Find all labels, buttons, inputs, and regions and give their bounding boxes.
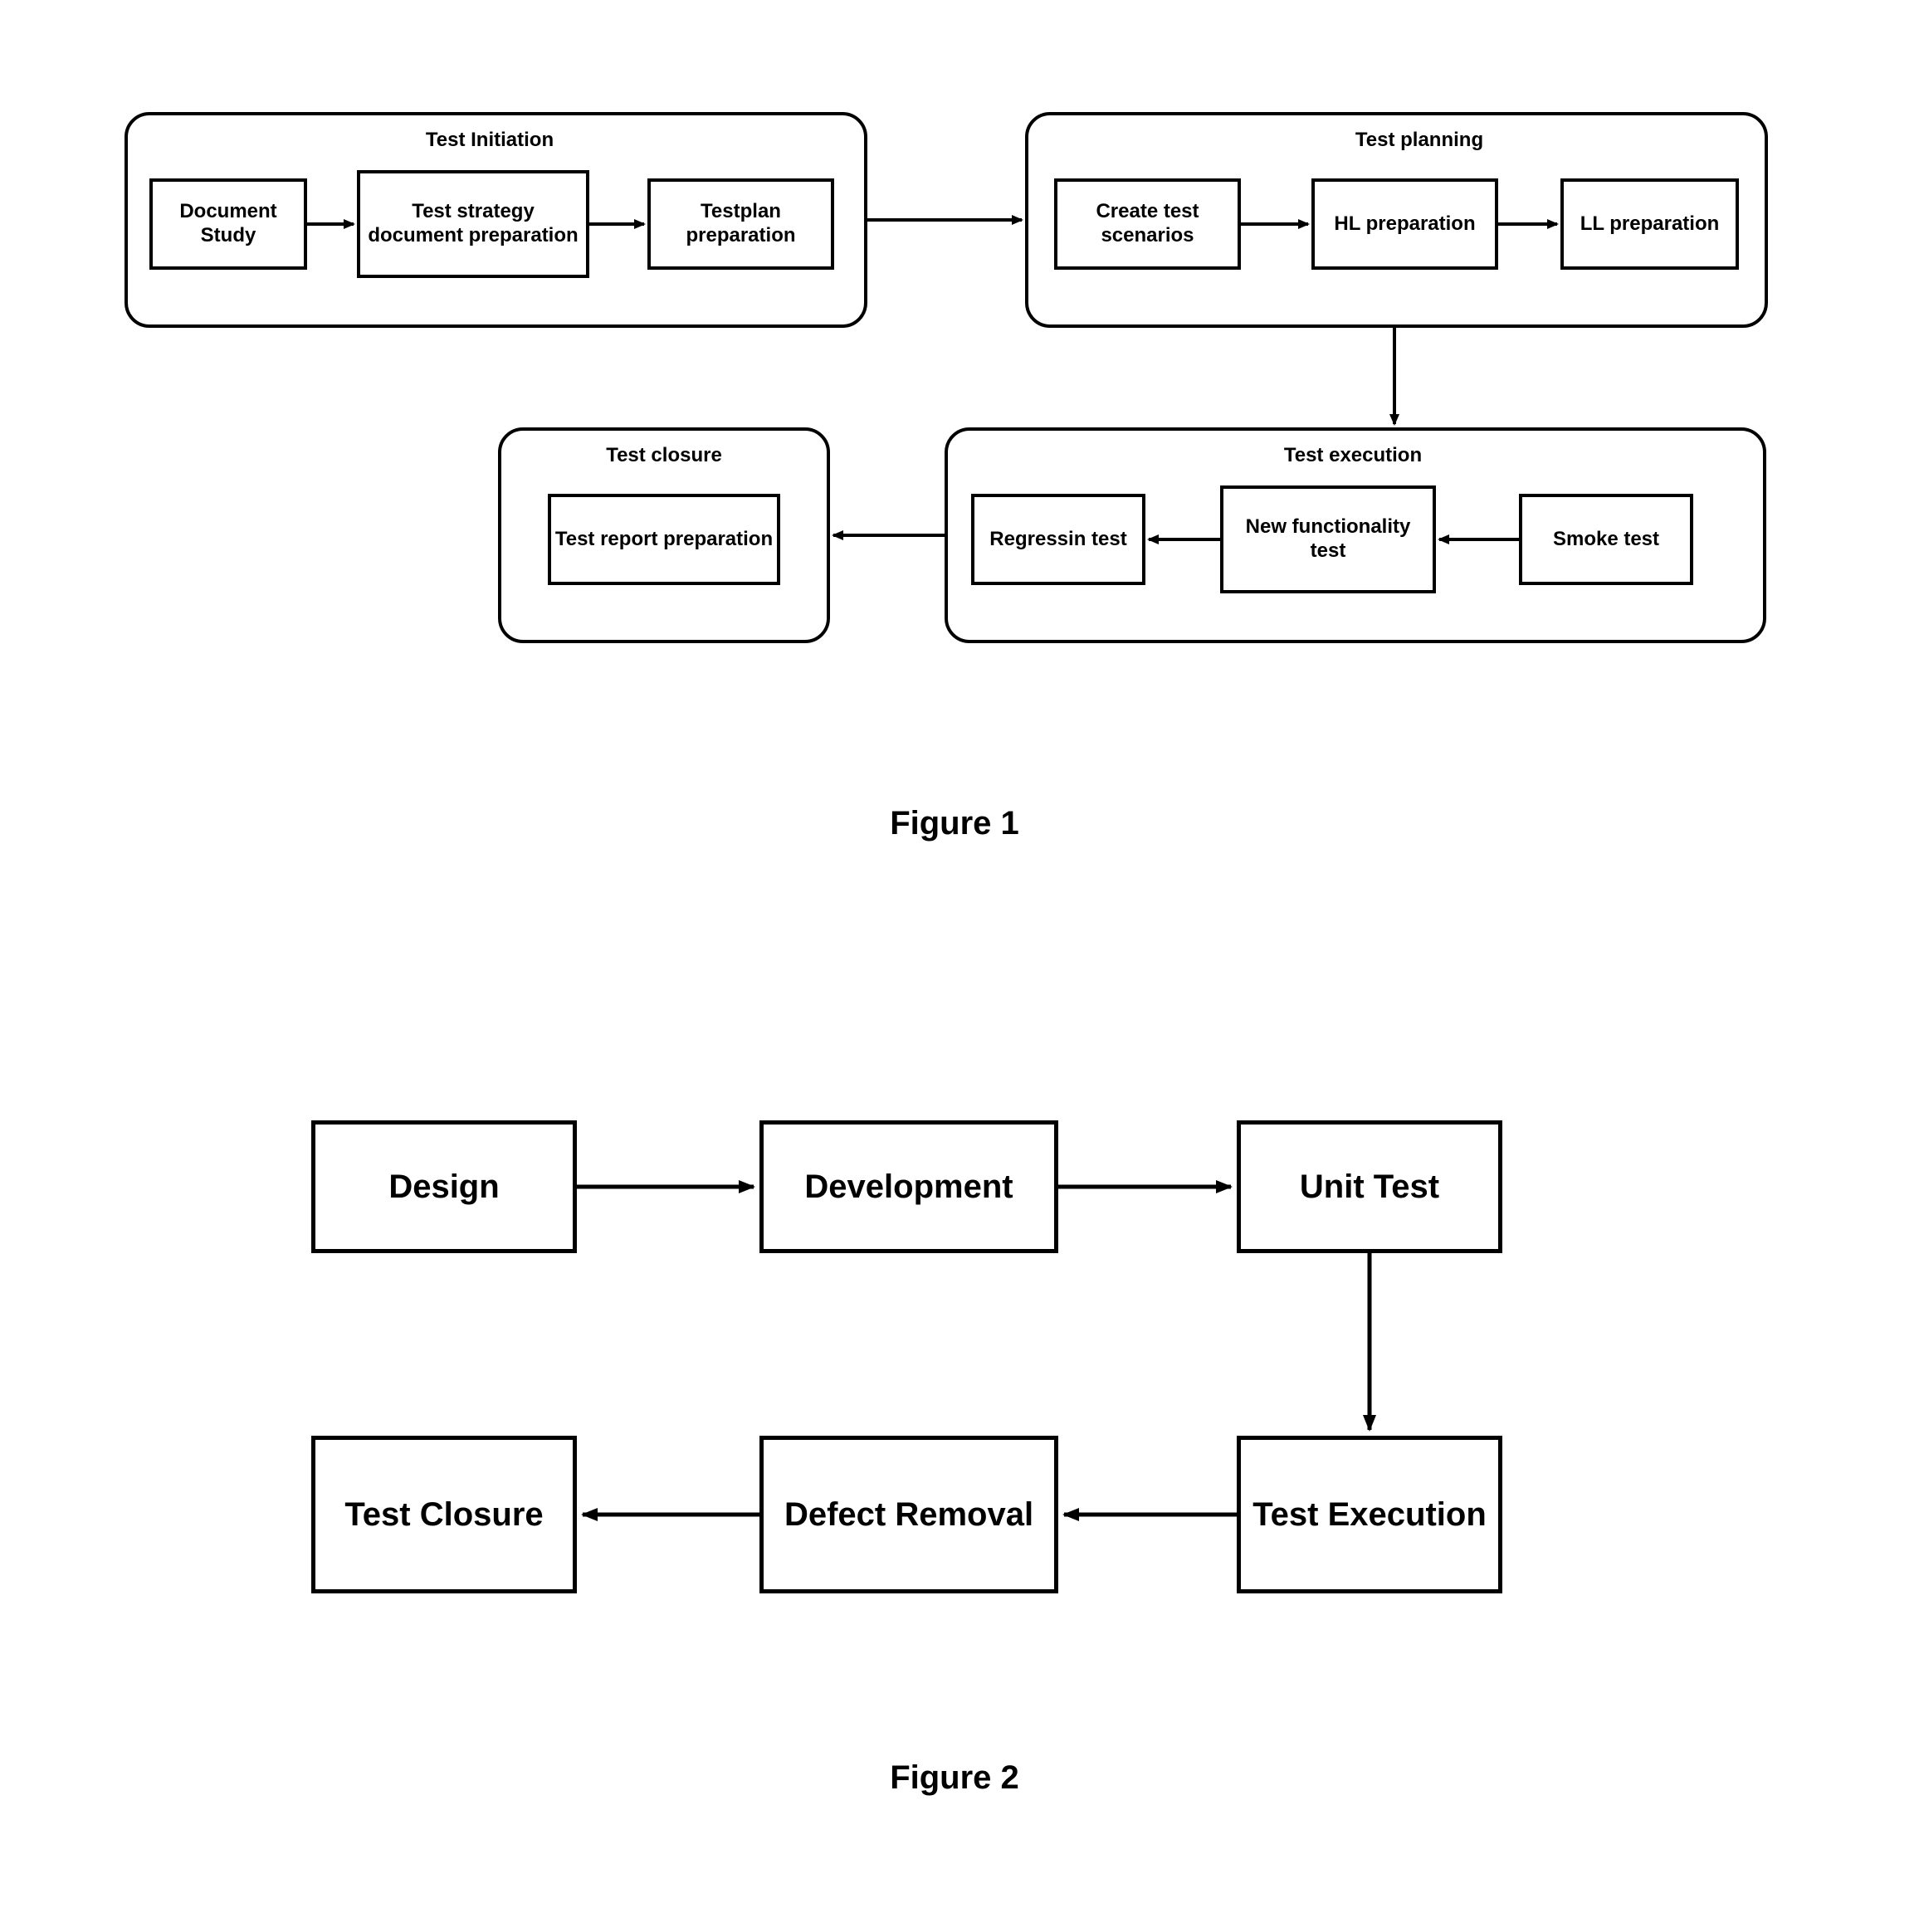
box-create-scenarios: Create test scenarios — [1054, 178, 1241, 270]
group-title-test-initiation: Test Initiation — [382, 129, 598, 152]
box-ll-prep: LL preparation — [1560, 178, 1739, 270]
box-test-strategy: Test strategy document preparation — [357, 170, 589, 278]
diagram-page: Test Initiation Document Study Test stra… — [33, 33, 1886, 1899]
group-title-test-planning: Test planning — [1311, 129, 1527, 152]
box-unit-test: Unit Test — [1237, 1120, 1502, 1253]
box-new-func: New functionality test — [1220, 485, 1436, 593]
box-design: Design — [311, 1120, 577, 1253]
box-defect-removal: Defect Removal — [759, 1436, 1058, 1593]
box-hl-prep: HL preparation — [1311, 178, 1498, 270]
group-title-test-closure: Test closure — [564, 444, 764, 467]
box-test-closure-2: Test Closure — [311, 1436, 577, 1593]
box-testplan: Testplan preparation — [647, 178, 834, 270]
caption-figure-1: Figure 1 — [830, 805, 1079, 842]
box-test-execution-2: Test Execution — [1237, 1436, 1502, 1593]
box-smoke: Smoke test — [1519, 494, 1693, 585]
caption-figure-2: Figure 2 — [830, 1759, 1079, 1797]
box-regression: Regressin test — [971, 494, 1145, 585]
box-development: Development — [759, 1120, 1058, 1253]
box-test-report: Test report preparation — [548, 494, 780, 585]
group-title-test-execution: Test execution — [1245, 444, 1461, 467]
box-document-study: Document Study — [149, 178, 307, 270]
